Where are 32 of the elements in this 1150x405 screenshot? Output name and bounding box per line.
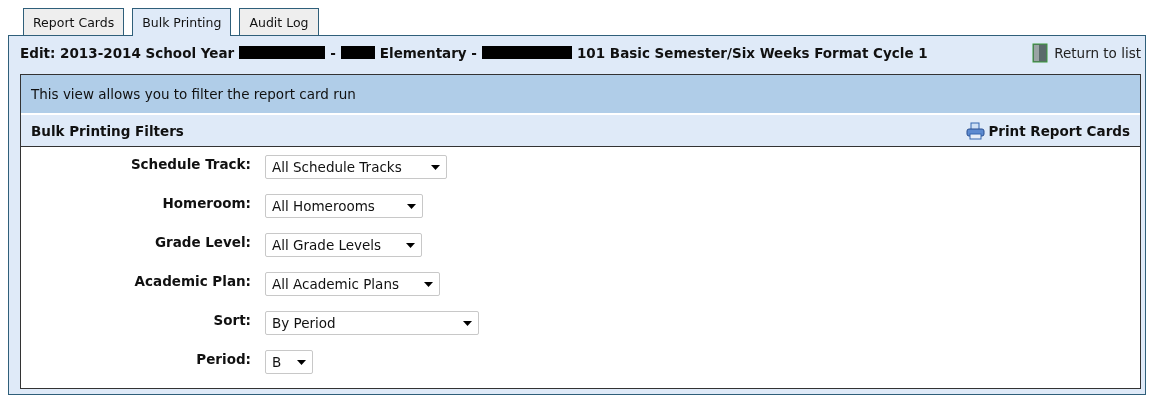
- print-button[interactable]: Print Report Cards: [966, 122, 1130, 140]
- tab[interactable]: Bulk Printing: [132, 8, 232, 36]
- dropdown[interactable]: By Period: [265, 311, 479, 335]
- field-label: Grade Level:: [153, 233, 251, 250]
- dropdown[interactable]: B: [265, 350, 313, 374]
- caret-icon: [406, 242, 415, 248]
- dropdown[interactable]: All Homerooms: [265, 194, 423, 218]
- field-label: Academic Plan:: [133, 272, 251, 289]
- field-label: Period:: [195, 350, 251, 367]
- caret-icon: [424, 281, 433, 287]
- title-text: 101 Basic Semester/Six Weeks Format Cycle 1: [576, 44, 928, 61]
- field-label: Homeroom:: [161, 194, 251, 211]
- dropdown[interactable]: All Grade Levels: [265, 233, 422, 257]
- title-text: Elementary -: [379, 44, 477, 61]
- tab[interactable]: Audit Log: [239, 8, 319, 35]
- title-text: -: [330, 44, 336, 61]
- info-bar: This view allows you to filter the report card run: [21, 75, 1140, 115]
- tab[interactable]: Report Cards: [23, 8, 125, 35]
- caret-icon: [297, 359, 306, 365]
- caret-icon: [431, 164, 440, 170]
- caret-icon: [463, 320, 472, 326]
- title-text: Edit: 2013-2014 School Year: [20, 44, 235, 61]
- dropdown[interactable]: All Academic Plans: [265, 272, 440, 296]
- field-label: Sort:: [212, 311, 251, 328]
- filters-title: Bulk Printing Filters: [31, 123, 184, 139]
- redaction-bar: [340, 46, 375, 59]
- caret-icon: [407, 203, 416, 209]
- dropdown[interactable]: All Schedule Tracks: [265, 155, 447, 179]
- printer-icon: [966, 122, 987, 140]
- field-label: Schedule Track:: [129, 155, 251, 172]
- door-icon: [1032, 42, 1049, 63]
- return-link[interactable]: Return to list: [1032, 42, 1141, 63]
